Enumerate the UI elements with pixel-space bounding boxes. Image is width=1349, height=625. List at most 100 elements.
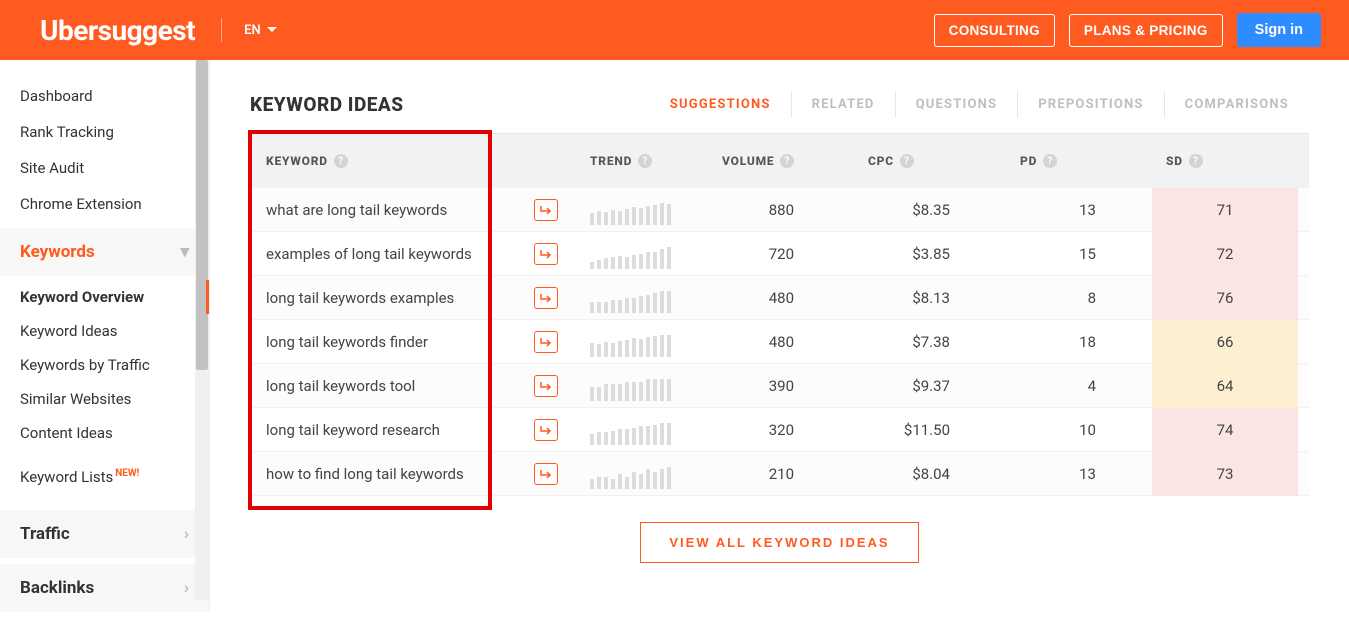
sidebar-section-keywords[interactable]: Keywords ▾ (0, 228, 209, 276)
table-body: what are long tail keywords880$8.351371 e… (250, 188, 1309, 496)
table-row[interactable]: what are long tail keywords880$8.351371 (250, 188, 1309, 232)
keyword-table: KEYWORD? TREND? VOLUME? CPC? PD? SD? wha… (250, 134, 1309, 496)
sidebar-section-backlinks[interactable]: Backlinks › (0, 564, 209, 612)
cell-cpc: $11.50 (854, 421, 1006, 439)
info-icon[interactable]: ? (1043, 154, 1057, 168)
chevron-down-icon: ▾ (180, 242, 189, 262)
col-header-sd[interactable]: SD? (1152, 134, 1298, 188)
sidebar-item-keyword-ideas[interactable]: Keyword Ideas (0, 314, 209, 348)
cell-sd: 64 (1152, 364, 1298, 408)
keyword-ideas-tabs: SUGGESTIONS RELATED QUESTIONS PREPOSITIO… (650, 91, 1309, 118)
cell-trend (576, 459, 708, 489)
open-keyword-button[interactable] (534, 199, 558, 221)
enter-arrow-icon (539, 380, 553, 392)
cell-pd: 8 (1006, 289, 1152, 307)
sidebar-item-content-ideas[interactable]: Content Ideas (0, 416, 209, 450)
cell-volume: 720 (708, 245, 854, 263)
cell-keyword: long tail keyword research (250, 421, 516, 439)
chevron-down-icon (267, 27, 277, 33)
cell-cpc: $7.38 (854, 333, 1006, 351)
table-row[interactable]: how to find long tail keywords210$8.0413… (250, 452, 1309, 496)
cell-trend (576, 415, 708, 445)
sidebar-section-keywords-label: Keywords (20, 242, 95, 262)
sidebar-item-keyword-lists[interactable]: Keyword ListsNEW! (0, 460, 209, 494)
cell-sd: 71 (1152, 188, 1298, 232)
new-badge: NEW! (115, 468, 139, 479)
plans-pricing-button[interactable]: PLANS & PRICING (1069, 14, 1223, 47)
page-title: KEYWORD IDEAS (250, 93, 404, 116)
col-header-cpc-label: CPC (868, 154, 894, 168)
cell-action (516, 243, 576, 265)
consulting-button[interactable]: CONSULTING (934, 14, 1055, 47)
col-header-keyword[interactable]: KEYWORD? (250, 134, 516, 188)
col-header-trend-label: TREND (590, 154, 632, 168)
col-header-cpc[interactable]: CPC? (854, 134, 1006, 188)
info-icon[interactable]: ? (638, 154, 652, 168)
cell-action (516, 287, 576, 309)
sidebar-item-chrome-extension[interactable]: Chrome Extension (0, 186, 209, 222)
enter-arrow-icon (539, 336, 553, 348)
cell-trend (576, 283, 708, 313)
tab-questions[interactable]: QUESTIONS (896, 91, 1019, 118)
cell-trend (576, 195, 708, 225)
sidebar: Dashboard Rank Tracking Site Audit Chrom… (0, 60, 210, 612)
sidebar-item-similar-websites[interactable]: Similar Websites (0, 382, 209, 416)
cell-sd: 74 (1152, 408, 1298, 452)
cell-action (516, 463, 576, 485)
sidebar-item-rank-tracking[interactable]: Rank Tracking (0, 114, 209, 150)
open-keyword-button[interactable] (534, 419, 558, 441)
sidebar-section-traffic[interactable]: Traffic › (0, 510, 209, 558)
info-icon[interactable]: ? (780, 154, 794, 168)
view-all-keyword-ideas-button[interactable]: VIEW ALL KEYWORD IDEAS (640, 522, 918, 563)
col-header-trend[interactable]: TREND? (576, 134, 708, 188)
cell-action (516, 199, 576, 221)
sidebar-item-keyword-overview[interactable]: Keyword Overview (0, 280, 209, 314)
cell-action (516, 375, 576, 397)
info-icon[interactable]: ? (1189, 154, 1203, 168)
cell-keyword: what are long tail keywords (250, 201, 516, 219)
open-keyword-button[interactable] (534, 463, 558, 485)
top-header: Ubersuggest EN CONSULTING PLANS & PRICIN… (0, 0, 1349, 60)
open-keyword-button[interactable] (534, 331, 558, 353)
open-keyword-button[interactable] (534, 287, 558, 309)
info-icon[interactable]: ? (900, 154, 914, 168)
tab-related[interactable]: RELATED (792, 91, 896, 118)
sidebar-item-keywords-by-traffic[interactable]: Keywords by Traffic (0, 348, 209, 382)
tab-prepositions[interactable]: PREPOSITIONS (1018, 91, 1164, 118)
open-keyword-button[interactable] (534, 243, 558, 265)
col-header-volume[interactable]: VOLUME? (708, 134, 854, 188)
header-divider (221, 18, 222, 42)
cell-pd: 4 (1006, 377, 1152, 395)
enter-arrow-icon (539, 468, 553, 480)
col-header-pd-label: PD (1020, 154, 1037, 168)
sidebar-item-dashboard[interactable]: Dashboard (0, 78, 209, 114)
table-row[interactable]: long tail keywords finder480$7.381866 (250, 320, 1309, 364)
table-header: KEYWORD? TREND? VOLUME? CPC? PD? SD? (250, 134, 1309, 188)
cell-volume: 390 (708, 377, 854, 395)
table-row[interactable]: long tail keyword research320$11.501074 (250, 408, 1309, 452)
tab-suggestions[interactable]: SUGGESTIONS (650, 91, 792, 118)
cell-sd: 72 (1152, 232, 1298, 276)
logo[interactable]: Ubersuggest (40, 14, 195, 47)
tab-comparisons[interactable]: COMPARISONS (1165, 91, 1309, 118)
cell-trend (576, 371, 708, 401)
chevron-right-icon: › (184, 524, 189, 544)
col-header-pd[interactable]: PD? (1006, 134, 1152, 188)
chevron-right-icon: › (184, 578, 189, 598)
col-header-volume-label: VOLUME (722, 154, 774, 168)
sidebar-item-site-audit[interactable]: Site Audit (0, 150, 209, 186)
cell-keyword: examples of long tail keywords (250, 245, 516, 263)
signin-button[interactable]: Sign in (1237, 13, 1321, 47)
sidebar-section-backlinks-label: Backlinks (20, 578, 94, 598)
cell-trend (576, 239, 708, 269)
info-icon[interactable]: ? (334, 154, 348, 168)
language-selector[interactable]: EN (244, 23, 277, 38)
table-row[interactable]: examples of long tail keywords720$3.8515… (250, 232, 1309, 276)
open-keyword-button[interactable] (534, 375, 558, 397)
table-row[interactable]: long tail keywords tool390$9.37464 (250, 364, 1309, 408)
sidebar-item-keyword-lists-label: Keyword Lists (20, 468, 113, 486)
cell-trend (576, 327, 708, 357)
cell-volume: 480 (708, 289, 854, 307)
table-row[interactable]: long tail keywords examples480$8.13876 (250, 276, 1309, 320)
main-content: KEYWORD IDEAS SUGGESTIONS RELATED QUESTI… (210, 60, 1349, 612)
